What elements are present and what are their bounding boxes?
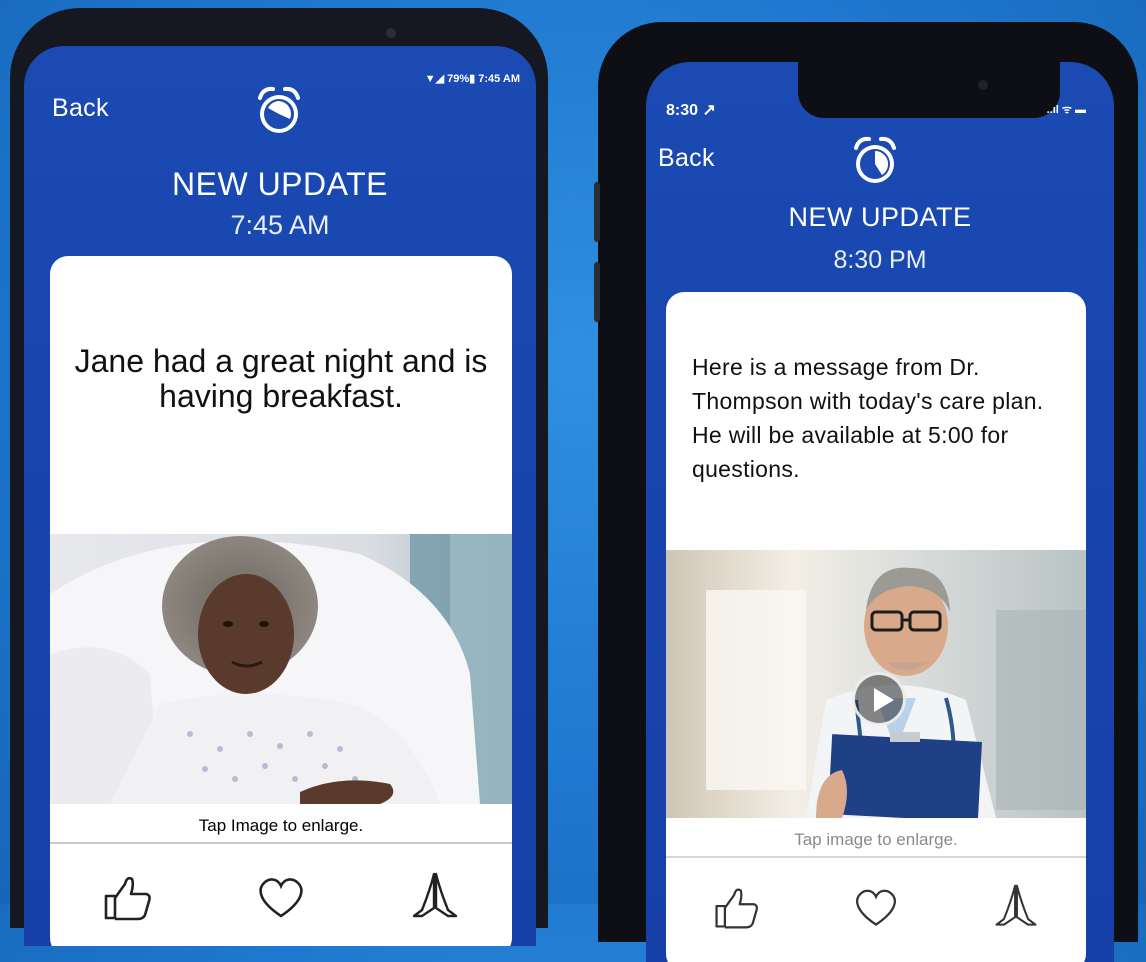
status-icons: ▼◢ 79%▮ 7:45 AM xyxy=(424,73,520,85)
status-icons: ..ıl ᯤ ▬ xyxy=(1047,102,1086,117)
play-button[interactable] xyxy=(852,672,906,726)
android-phone: ▼◢ 79%▮ 7:45 AM Back NEW UPDATE 7:45 AM … xyxy=(10,8,548,946)
android-screen: ▼◢ 79%▮ 7:45 AM Back NEW UPDATE 7:45 AM … xyxy=(24,46,536,946)
notch xyxy=(798,62,1060,118)
reaction-bar xyxy=(50,862,512,932)
status-time: 8:30 ↗ xyxy=(666,102,716,119)
front-camera xyxy=(386,28,396,38)
update-message: Jane had a great night and is having bre… xyxy=(74,343,488,414)
iphone-screen: 8:30 ↗ ..ıl ᯤ ▬ Back NEW UPDATE 8:30 PM … xyxy=(646,62,1114,962)
alarm-clock-icon xyxy=(854,136,896,183)
patient-in-bed-photo xyxy=(50,534,512,804)
thumbs-up-icon[interactable] xyxy=(100,870,154,924)
thumbs-up-icon[interactable] xyxy=(711,882,761,932)
status-icons-text: ..ıl ᯤ ▬ xyxy=(1046,104,1086,116)
update-message: Here is a message from Dr. Thompson with… xyxy=(692,354,1044,482)
doctor-video[interactable] xyxy=(666,550,1086,818)
back-button[interactable]: Back xyxy=(52,94,109,123)
praying-hands-icon[interactable] xyxy=(991,882,1041,932)
update-time: 7:45 AM xyxy=(230,210,330,240)
enlarge-caption: Tap Image to enlarge. xyxy=(198,816,364,835)
praying-hands-icon[interactable] xyxy=(408,870,462,924)
update-card: Here is a message from Dr. Thompson with… xyxy=(666,292,1086,962)
alarm-clock-icon xyxy=(258,86,300,133)
divider xyxy=(50,842,512,844)
update-time: 8:30 PM xyxy=(833,246,927,274)
status-bar: ▼◢ 79%▮ 7:45 AM xyxy=(425,72,520,85)
patient-photo[interactable] xyxy=(50,534,512,804)
iphone: 8:30 ↗ ..ıl ᯤ ▬ Back NEW UPDATE 8:30 PM … xyxy=(594,22,1138,962)
heart-icon[interactable] xyxy=(851,882,901,932)
back-button[interactable]: Back xyxy=(658,144,715,173)
update-title: NEW UPDATE xyxy=(788,202,972,232)
enlarge-caption: Tap image to enlarge. xyxy=(794,830,958,849)
update-title: NEW UPDATE xyxy=(172,166,388,202)
update-card: Jane had a great night and is having bre… xyxy=(50,256,512,946)
divider xyxy=(666,856,1086,858)
heart-icon[interactable] xyxy=(254,870,308,924)
front-camera xyxy=(978,80,988,90)
volume-button xyxy=(594,262,600,322)
volume-button xyxy=(594,182,600,242)
reaction-bar xyxy=(666,872,1086,942)
